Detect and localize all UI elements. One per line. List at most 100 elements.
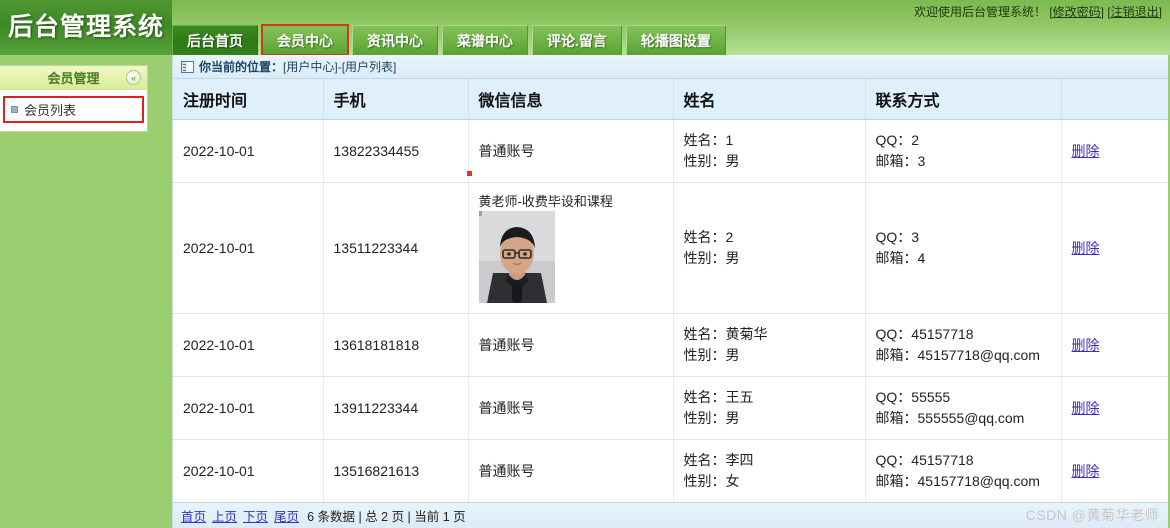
qq-line: QQ：55555: [875, 389, 951, 405]
table-column-header-0: 注册时间: [173, 79, 324, 120]
tab-1[interactable]: 会员中心: [261, 24, 349, 55]
cell-contact: QQ：45157718 邮箱：45157718@qq.com: [865, 439, 1062, 503]
name-line: 姓名：1: [683, 132, 734, 148]
wechat-photo-block: 黄老师-收费毕设和课程: [478, 193, 673, 303]
logo-area: 后台管理系统: [0, 0, 172, 55]
table-column-header-1: 手机: [323, 79, 469, 120]
wechat-photo-caption: 黄老师-收费毕设和课程: [478, 194, 613, 209]
tab-0[interactable]: 后台首页: [172, 25, 258, 55]
table-row: 2022-10-01 13511223344 黄老师-收费毕设和课程 姓名：2 性别：男…: [173, 182, 1169, 314]
pager-last-link[interactable]: 尾页: [274, 506, 299, 525]
table-row: 2022-10-01 13911223344 普通账号 姓名：王五性别：男 QQ：555…: [173, 376, 1169, 440]
cell-contact: QQ：45157718 邮箱：45157718@qq.com: [865, 313, 1062, 377]
cell-register-time: 2022-10-01: [173, 439, 324, 503]
tab-4[interactable]: 评论.留言: [532, 25, 622, 55]
gender-line: 性别：男: [683, 153, 740, 169]
qq-line: QQ：45157718: [875, 326, 974, 342]
left-sidebar: 会员管理 « 会员列表: [0, 55, 150, 528]
breadcrumb-path: [用户中心]-[用户列表]: [283, 60, 397, 74]
table-row: 2022-10-01 13618181818 普通账号 姓名：黄菊华 性别：男 QQ：45…: [173, 313, 1169, 377]
cell-register-time: 2022-10-01: [173, 119, 324, 183]
cell-actions: 删除: [1061, 119, 1169, 183]
cell-phone: 13516821613: [323, 439, 469, 503]
table-header: 注册时间 手机 微信信息 姓名 联系方式: [173, 79, 1169, 120]
gender-line: 性别：男: [683, 410, 740, 426]
logout-link[interactable]: [注销退出]: [1107, 5, 1162, 19]
tab-5[interactable]: 轮播图设置: [625, 25, 726, 55]
table-row: 2022-10-01 13516821613 普通账号 姓名：李四 性别：女 QQ：451…: [173, 439, 1169, 503]
name-line: 姓名：黄菊华: [683, 326, 768, 342]
watermark-text: CSDN @黄菊华老师: [1025, 507, 1159, 523]
cell-name: 姓名：李四性别：女: [673, 439, 866, 503]
gender-line: 性别：男: [683, 250, 740, 266]
gender-line: 性别：女: [683, 473, 740, 489]
cell-wechat-info: 普通账号: [468, 119, 674, 183]
table-column-header-3: 姓名: [673, 79, 866, 120]
cell-name: 姓名：黄菊华 性别：男: [673, 313, 866, 377]
cell-actions: 删除: [1061, 182, 1169, 314]
delete-link[interactable]: 删除: [1072, 463, 1100, 479]
cell-register-time: 2022-10-01: [173, 376, 324, 440]
member-list-table: 注册时间 手机 微信信息 姓名 联系方式 2022-10-01 13822334455 普通…: [173, 79, 1169, 503]
cell-contact: QQ：2 邮箱：3: [865, 119, 1062, 183]
cell-wechat-info: 普通账号: [468, 439, 674, 503]
qq-line: QQ：3: [875, 229, 920, 245]
cell-wechat-info: 普通账号: [468, 376, 674, 440]
sidebar-item-0[interactable]: 会员列表: [3, 96, 144, 123]
sidebar-section-title: 会员管理: [47, 71, 100, 86]
email-line: 邮箱：555555@qq.com: [875, 410, 1025, 426]
cell-register-time: 2022-10-01: [173, 182, 324, 314]
breadcrumb-separator: ：: [271, 60, 284, 74]
pager-prev-link[interactable]: 上页: [212, 506, 237, 525]
cell-actions: 删除: [1061, 376, 1169, 440]
breadcrumb-page-icon: [181, 60, 194, 73]
email-line: 邮箱：4: [875, 250, 926, 266]
name-line: 姓名：王五: [683, 389, 754, 405]
tab-label: 会员中心: [277, 32, 333, 49]
gender-line: 性别：男: [683, 347, 740, 363]
breadcrumb-label: 你当前的位置: [199, 60, 272, 74]
table-column-header-2: 微信信息: [468, 79, 674, 120]
table-column-header-4: 联系方式: [865, 79, 1062, 120]
delete-link[interactable]: 删除: [1072, 240, 1100, 256]
pager-first-link[interactable]: 首页: [181, 506, 206, 525]
sidebar-section-header: 会员管理 «: [0, 66, 147, 90]
email-line: 邮箱：45157718@qq.com: [875, 347, 1040, 363]
email-line: 邮箱：3: [875, 153, 926, 169]
cell-contact: QQ：55555 邮箱：555555@qq.com: [865, 376, 1062, 440]
name-line: 姓名：李四: [683, 452, 754, 468]
pager-next-link[interactable]: 下页: [243, 506, 268, 525]
cell-wechat-info: 黄老师-收费毕设和课程: [468, 182, 674, 314]
tab-2[interactable]: 资讯中心: [352, 25, 438, 55]
table-header-row: 注册时间 手机 微信信息 姓名 联系方式: [173, 79, 1169, 120]
delete-link[interactable]: 删除: [1072, 400, 1100, 416]
cell-phone: 13618181818: [323, 313, 469, 377]
sidebar-item-list: 会员列表: [0, 90, 147, 131]
sidebar-item-label: 会员列表: [24, 103, 77, 118]
delete-link[interactable]: 删除: [1072, 143, 1100, 159]
sidebar-panel: 会员管理 « 会员列表: [0, 65, 148, 132]
welcome-text: 欢迎使用后台管理系统！: [913, 5, 1046, 19]
tab-label: 轮播图设置: [640, 32, 711, 49]
change-password-link[interactable]: [修改密码]: [1049, 5, 1104, 19]
app-logo-title: 后台管理系统: [8, 12, 165, 41]
top-header-bar: 后台管理系统 欢迎使用后台管理系统！ [修改密码] [注销退出] 后台首页 会员中…: [0, 0, 1170, 55]
qq-line: QQ：45157718: [875, 452, 974, 468]
app-window: 后台管理系统 欢迎使用后台管理系统！ [修改密码] [注销退出] 后台首页 会员中…: [0, 0, 1170, 528]
main-tab-bar: 后台首页 会员中心 资讯中心 菜谱中心 评论.留言 轮播图设置: [172, 21, 730, 55]
tab-3[interactable]: 菜谱中心: [442, 25, 528, 55]
chevron-collapse-icon[interactable]: «: [126, 70, 141, 85]
pager-info-text: 6 条数据 | 总 2 页 | 当前 1 页: [307, 510, 466, 524]
tab-label: 后台首页: [187, 32, 243, 49]
cell-actions: 删除: [1061, 313, 1169, 377]
table-body: 2022-10-01 13822334455 普通账号 姓名：1 性别：男 QQ：2 邮箱：…: [173, 119, 1169, 503]
qq-line: QQ：2: [875, 132, 920, 148]
cell-actions: 删除: [1061, 439, 1169, 503]
cell-register-time: 2022-10-01: [173, 313, 324, 377]
cell-name: 姓名：2 性别：男: [673, 182, 866, 314]
welcome-message: 欢迎使用后台管理系统！ [修改密码] [注销退出]: [914, 3, 1162, 20]
pagination-bar: 首页 上页 下页 尾页 6 条数据 | 总 2 页 | 当前 1 页 CSDN …: [173, 502, 1169, 528]
tab-label: 资讯中心: [367, 32, 423, 49]
cell-phone: 13911223344: [323, 376, 469, 440]
delete-link[interactable]: 删除: [1072, 337, 1100, 353]
